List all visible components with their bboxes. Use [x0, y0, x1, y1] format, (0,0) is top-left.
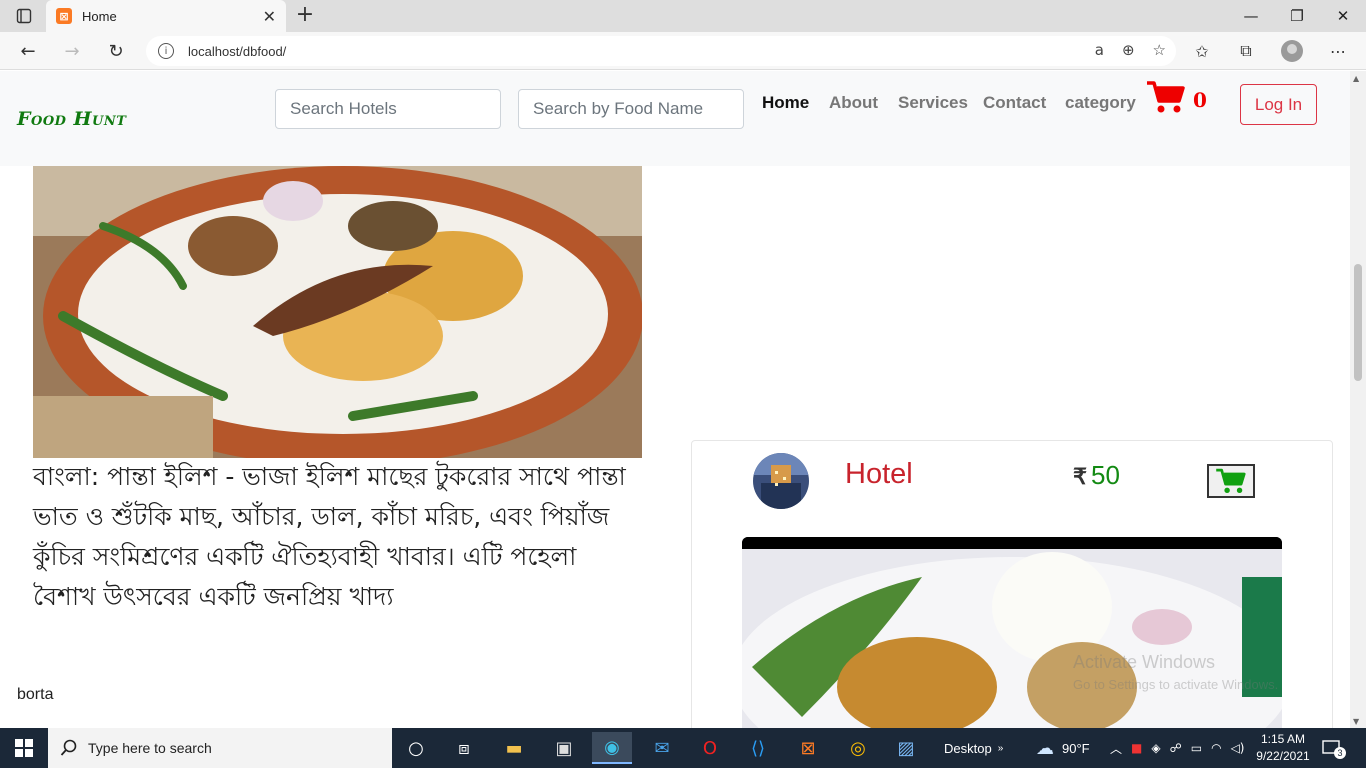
network-share-icon[interactable]: ☍: [1170, 741, 1182, 755]
add-to-cart-button[interactable]: [1207, 464, 1255, 498]
xampp-favicon-icon: ⊠: [56, 8, 72, 24]
weather-widget[interactable]: ☁ 90°F: [1036, 728, 1090, 768]
profile-avatar[interactable]: [1278, 38, 1306, 64]
page-scrollbar[interactable]: ▲ ▼: [1350, 71, 1366, 728]
mail-icon[interactable]: ✉: [642, 732, 682, 764]
nav-services[interactable]: Services: [898, 93, 968, 113]
cart-icon[interactable]: [1146, 79, 1186, 115]
cart-count: 0: [1193, 88, 1207, 112]
windows-taskbar: Type here to search ○ ⧈ ▬ ▣ ◉ ✉ O ⟨⟩ ⊠ ◎…: [0, 728, 1366, 768]
close-window-button[interactable]: ✕: [1320, 0, 1366, 32]
clock-time: 1:15 AM: [1260, 732, 1306, 746]
scroll-down-icon[interactable]: ▼: [1353, 717, 1359, 726]
taskbar-search[interactable]: Type here to search: [48, 728, 392, 768]
settings-more-icon[interactable]: ⋯: [1324, 38, 1352, 64]
nav-category[interactable]: category: [1065, 93, 1136, 113]
vscode-icon[interactable]: ⟨⟩: [738, 732, 778, 764]
food-price: ₹50: [1073, 460, 1120, 491]
nav-home[interactable]: Home: [762, 93, 809, 113]
opera-icon[interactable]: O: [690, 732, 730, 764]
food-name: borta: [17, 686, 54, 703]
site-navbar: Food Hunt Search Hotels Search by Food N…: [0, 71, 1350, 166]
tab-actions-icon[interactable]: [8, 6, 40, 26]
scroll-up-icon[interactable]: ▲: [1353, 74, 1359, 83]
desktop-toolbar[interactable]: Desktop»: [944, 728, 1003, 768]
edge-icon[interactable]: ◉: [592, 732, 632, 764]
login-button[interactable]: Log In: [1240, 84, 1317, 125]
search-icon: [60, 739, 77, 756]
tab-close-icon[interactable]: ✕: [263, 7, 276, 26]
task-view-icon[interactable]: ⧈: [444, 732, 484, 764]
new-tab-button[interactable]: +: [292, 4, 318, 28]
scroll-thumb[interactable]: [1354, 264, 1362, 381]
url-text[interactable]: localhost/dbfood/: [188, 44, 286, 59]
back-button[interactable]: ←: [14, 38, 42, 64]
refresh-button[interactable]: ↻: [102, 38, 130, 64]
nav-about[interactable]: About: [829, 93, 878, 113]
xampp-icon[interactable]: ⊠: [788, 732, 828, 764]
forward-button[interactable]: →: [58, 38, 86, 64]
restore-button[interactable]: ❐: [1274, 0, 1320, 32]
taskbar-search-placeholder: Type here to search: [88, 740, 212, 756]
activate-windows-watermark: Activate Windows Go to Settings to activ…: [1073, 652, 1279, 692]
favorites-icon[interactable]: ✩: [1188, 38, 1216, 64]
taskbar-clock[interactable]: 1:15 AM 9/22/2021: [1253, 731, 1313, 765]
system-tray: ︿ ■ ◈ ☍ ▭ ◠ ◁): [1110, 728, 1245, 768]
zoom-icon[interactable]: ⊕: [1122, 41, 1135, 59]
volume-icon[interactable]: ◁): [1231, 741, 1245, 755]
browser-tab-home[interactable]: ⊠ Home ✕: [46, 0, 286, 32]
food-description: বাংলা: পান্তা ইলিশ - ভাজা ইলিশ মাছের টুক…: [33, 462, 626, 611]
battery-icon[interactable]: ▭: [1191, 741, 1202, 755]
site-brand[interactable]: Food Hunt: [17, 108, 126, 130]
cortana-icon[interactable]: ○: [396, 732, 436, 764]
browser-tab-bar: ⊠ Home ✕ + — ❐ ✕: [0, 0, 1366, 32]
site-info-icon[interactable]: i: [158, 43, 174, 59]
address-bar[interactable]: i localhost/dbfood/ a ⊕ ☆: [146, 36, 1176, 66]
search-food-input[interactable]: Search by Food Name: [518, 89, 744, 129]
rupee-icon: ₹: [1073, 464, 1087, 489]
cloud-icon: ☁: [1036, 737, 1054, 759]
add-favorite-icon[interactable]: ☆: [1153, 41, 1166, 59]
chrome-icon[interactable]: ◎: [838, 732, 878, 764]
clock-date: 9/22/2021: [1256, 749, 1310, 763]
card-food-image: [742, 537, 1282, 728]
nav-contact[interactable]: Contact: [983, 93, 1046, 113]
pdf-tray-icon[interactable]: ■: [1131, 741, 1142, 755]
wifi-icon[interactable]: ◠: [1211, 741, 1221, 755]
security-tray-icon[interactable]: ◈: [1151, 741, 1160, 755]
photos-icon[interactable]: ▨: [886, 732, 926, 764]
page-viewport: Food Hunt Search Hotels Search by Food N…: [0, 71, 1350, 728]
collections-icon[interactable]: ⧉: [1232, 38, 1260, 64]
address-toolbar: ← → ↻ i localhost/dbfood/ a ⊕ ☆ ✩ ⧉ ⋯: [0, 32, 1366, 70]
hotel-name[interactable]: Hotel: [845, 458, 913, 491]
search-hotels-input[interactable]: Search Hotels: [275, 89, 501, 129]
read-aloud-icon[interactable]: a: [1095, 41, 1104, 59]
file-explorer-icon[interactable]: ▬: [494, 732, 534, 764]
hotel-avatar: [753, 453, 809, 509]
notification-center-icon[interactable]: 3: [1322, 728, 1346, 768]
cart-icon: [1216, 468, 1246, 494]
minimize-button[interactable]: —: [1228, 0, 1274, 32]
price-value: 50: [1091, 460, 1120, 490]
start-button[interactable]: [0, 728, 48, 768]
store-icon[interactable]: ▣: [544, 732, 584, 764]
food-image: [33, 166, 642, 458]
tray-chevron-icon[interactable]: ︿: [1110, 740, 1122, 757]
tab-title: Home: [82, 8, 117, 24]
notification-count: 3: [1334, 747, 1346, 759]
